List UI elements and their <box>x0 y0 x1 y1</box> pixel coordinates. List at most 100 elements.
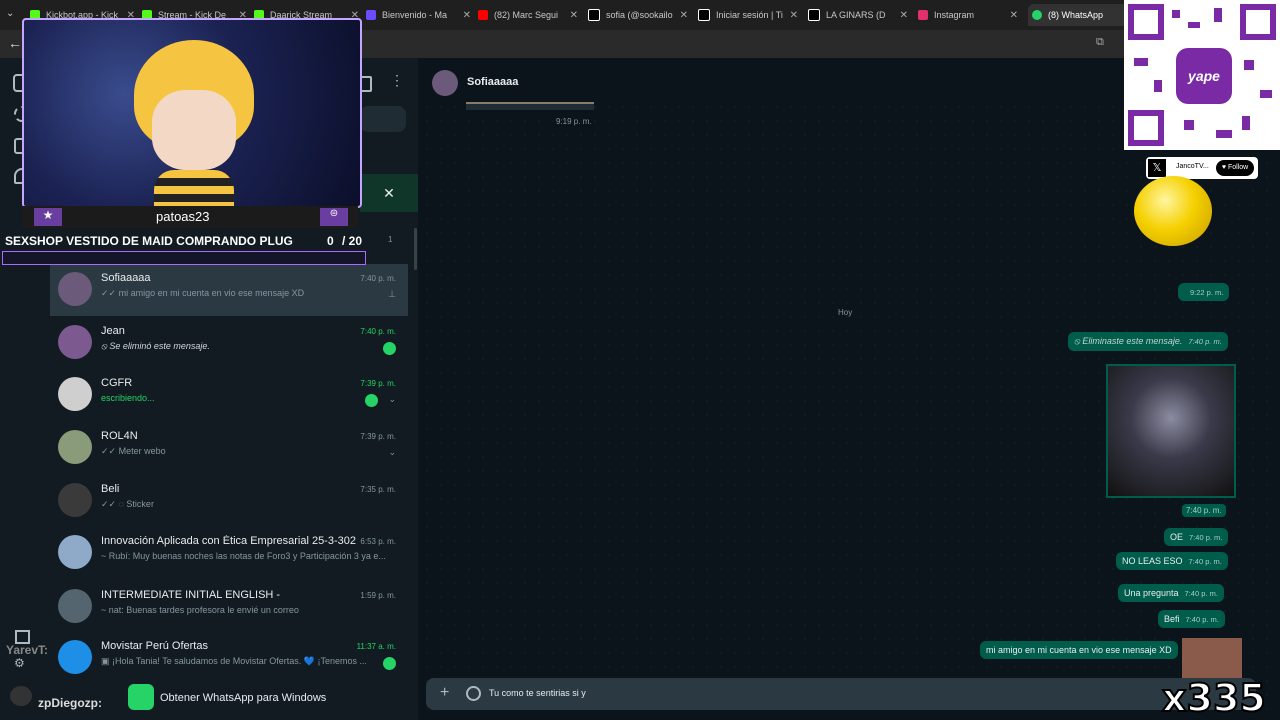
sub-count: 1 <box>388 235 393 244</box>
chat-preview: ✓✓ mi amigo en mi cuenta en vio ese mens… <box>101 288 305 298</box>
streamer-nameplate: ★ patoas23 ⊜ <box>22 206 358 228</box>
browser-tab[interactable]: LA GINARS (D ✕ <box>808 4 908 26</box>
browser-tab[interactable]: sofia (@sookailo ✕ <box>588 4 688 26</box>
chat-row[interactable]: Innovación Aplicada con Ética Empresaria… <box>50 527 408 579</box>
tab-label: sofia (@sookailo <box>606 10 673 20</box>
message-input[interactable]: Tu como te sentirias si y <box>489 688 586 698</box>
install-app-icon[interactable]: ⧉ <box>1096 36 1104 49</box>
chat-username: YarevT: <box>6 643 49 657</box>
chat-row[interactable]: Sofiaaaaa 7:40 p. m. ✓✓ mi amigo en mi c… <box>50 264 408 316</box>
message-text: OE <box>1170 532 1184 542</box>
qr-module <box>1184 120 1194 130</box>
close-icon[interactable]: ✕ <box>1010 10 1018 21</box>
yape-qr-code: yape <box>1124 0 1280 150</box>
message-time: 7:40 p. m. <box>1185 615 1219 624</box>
message-time: 7:40 p. m. <box>1189 533 1223 542</box>
browser-tab[interactable]: (82) Marc Segui ✕ <box>478 4 578 26</box>
qr-module <box>1188 22 1200 28</box>
youtube-icon <box>478 10 488 20</box>
avatar <box>58 325 92 359</box>
outgoing-message[interactable]: NO LEAS ESO 7:40 p. m. <box>1116 552 1228 570</box>
contact-avatar[interactable] <box>432 70 458 96</box>
chat-time: 7:39 p. m. <box>360 379 396 388</box>
outgoing-message[interactable]: Una pregunta 7:40 p. m. <box>1118 584 1224 602</box>
outgoing-message[interactable]: 9:22 p. m. <box>1178 283 1230 301</box>
contact-name[interactable]: Sofiaaaaa <box>467 76 518 88</box>
message-composer[interactable]: + Tu como te sentirias si y <box>426 678 1256 710</box>
goal-total: / 20 <box>342 234 363 248</box>
browser-tab[interactable]: Bienvenido - Ma ✕ <box>366 4 471 26</box>
streamer-webcam-overlay <box>22 18 362 208</box>
back-arrow-icon[interactable]: ← <box>8 35 22 51</box>
chat-time: 7:40 p. m. <box>360 327 396 336</box>
message-text: NO LEAS ESO <box>1122 556 1183 566</box>
close-icon[interactable]: ✕ <box>570 10 578 21</box>
social-follow-widget: 𝕏 JancoTV... ♥ Follow <box>1146 157 1258 179</box>
close-icon[interactable]: ✕ <box>680 10 688 21</box>
chat-name: Sofiaaaaa <box>101 272 151 284</box>
qr-finder <box>1240 4 1276 40</box>
qr-finder <box>1128 110 1164 146</box>
goal-title: SEXSHOP VESTIDO DE MAID COMPRANDO PLUG <box>5 234 293 248</box>
get-app-link[interactable]: Obtener WhatsApp para Windows <box>160 692 326 704</box>
message-text: Una pregunta <box>1124 588 1179 598</box>
follow-button: ♥ Follow <box>1216 160 1254 176</box>
image-message[interactable] <box>1106 364 1236 498</box>
avatar <box>58 272 92 306</box>
combo-counter: x335 <box>1161 675 1267 720</box>
menu-kebab-icon[interactable]: ⋮ <box>390 72 404 89</box>
tab-label: (8) WhatsApp <box>1048 10 1104 20</box>
tab-label: (82) Marc Segui <box>494 10 559 20</box>
browser-tab-active[interactable]: (8) WhatsApp <box>1028 4 1128 26</box>
message-time: 9:19 p. m. <box>556 117 592 126</box>
chat-name: ROL4N <box>101 430 138 442</box>
pin-icon: ⊥ <box>388 289 396 299</box>
tab-label: Iniciar sesión | Ti <box>716 10 783 20</box>
scrollbar[interactable] <box>414 228 417 270</box>
qr-module <box>1134 58 1148 66</box>
deleted-message[interactable]: ⦸ Eliminaste este mensaje. 7:40 p. m. <box>1068 332 1228 351</box>
close-banner-icon[interactable]: ✕ <box>360 174 418 212</box>
close-icon[interactable]: ✕ <box>790 10 798 21</box>
chat-preview: ✓✓ ◌ Sticker <box>101 499 154 509</box>
close-icon[interactable]: ✕ <box>900 10 908 21</box>
streamer-name: patoas23 <box>156 209 210 224</box>
chat-row[interactable]: INTERMEDIATE INITIAL ENGLISH - 1:59 p. m… <box>50 581 408 633</box>
group-avatar <box>58 589 92 623</box>
outgoing-message[interactable]: mi amigo en mi cuenta en vio ese mensaje… <box>980 641 1178 659</box>
tab-label: Instagram <box>934 10 975 20</box>
outgoing-message[interactable]: OE 7:40 p. m. <box>1164 528 1229 546</box>
kick-badge-icon: ⊜ <box>320 208 348 226</box>
chat-row[interactable]: ROL4N 7:39 p. m. ✓✓ Meter webo ⌄ <box>50 422 408 474</box>
tab-menu-icon[interactable]: ⌄ <box>6 8 14 19</box>
chat-preview: ~ nat: Buenas tardes profesora le envié … <box>101 605 299 615</box>
chevron-down-icon[interactable]: ⌄ <box>388 394 396 405</box>
message-text: mi amigo en mi cuenta en vio ese mensaje… <box>986 645 1172 655</box>
search-input[interactable] <box>360 106 406 132</box>
avatar <box>58 483 92 517</box>
qr-module <box>1260 90 1272 98</box>
message-time: 7:40 p. m. <box>1182 504 1226 517</box>
qr-module <box>1244 60 1254 70</box>
chat-row[interactable]: CGFR 7:39 p. m. escribiendo... ⌄ <box>50 369 408 421</box>
outgoing-message[interactable]: Befi 7:40 p. m. <box>1158 610 1225 628</box>
close-icon[interactable]: ✕ <box>463 10 471 21</box>
browser-tab[interactable]: Instagram ✕ <box>918 4 1018 26</box>
chevron-down-icon[interactable]: ⌄ <box>388 447 396 458</box>
chat-row[interactable]: Beli 7:35 p. m. ✓✓ ◌ Sticker <box>50 475 408 527</box>
tiktok-icon <box>808 9 820 21</box>
chat-preview: ✓✓ Meter webo <box>101 446 166 456</box>
tab-label: Bienvenido - Ma <box>382 10 448 20</box>
tiktok-icon <box>698 9 710 21</box>
chat-avatar <box>10 686 32 706</box>
attach-plus-icon[interactable]: + <box>440 684 449 702</box>
chat-row[interactable]: Jean 7:40 p. m. ⦸ Se eliminó este mensaj… <box>50 317 408 369</box>
angry-emoji-sticker <box>1134 176 1212 246</box>
unread-badge <box>383 657 396 670</box>
chat-name: Innovación Aplicada con Ética Empresaria… <box>101 535 356 547</box>
browser-tab[interactable]: Iniciar sesión | Ti ✕ <box>698 4 798 26</box>
chat-preview: ~ Rubí: Muy buenas noches las notas de F… <box>101 551 386 561</box>
qr-finder <box>1128 4 1164 40</box>
prior-message-bubble <box>466 102 594 110</box>
emoji-icon[interactable] <box>466 686 481 701</box>
